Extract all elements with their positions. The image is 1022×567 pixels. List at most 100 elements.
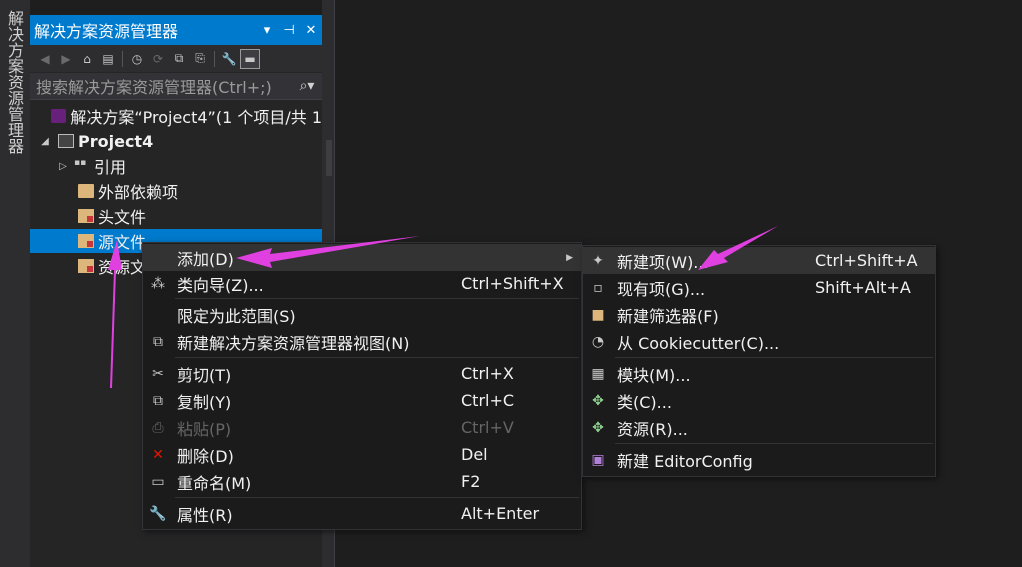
left-tool-strip: 解决方案资源管理器 (0, 0, 30, 567)
delete-x-icon: ✕ (152, 446, 164, 463)
solution-icon (51, 109, 67, 123)
class-wizard-icon: ⁂ (151, 275, 165, 292)
close-icon[interactable]: ✕ (300, 23, 322, 38)
preview-selected-icon[interactable]: ▬ (240, 48, 260, 69)
menu-item-label: 重命名(M) (177, 473, 252, 493)
submenu-item-module[interactable]: ▦ 模块(M)... (583, 360, 935, 387)
menu-item-label: 资源(R)... (617, 419, 688, 439)
collapse-arrow-icon[interactable]: ▷ (56, 161, 70, 172)
menu-item-label: 模块(M)... (617, 365, 691, 385)
references-icon (74, 158, 90, 173)
properties-wrench-icon[interactable]: 🔧 (220, 50, 238, 68)
tree-item-label: 外部依赖项 (98, 183, 179, 202)
new-view-icon: ⧉ (153, 333, 163, 350)
filter-folder-icon (78, 234, 94, 248)
context-menu: 添加(D) ▶ ⁂ 类向导(Z)... Ctrl+Shift+X 限定为此范围(… (142, 242, 582, 530)
new-item-icon: ✦ (592, 252, 604, 269)
wrench-icon: 🔧 (149, 505, 167, 522)
menu-item-class-wizard[interactable]: ⁂ 类向导(Z)... Ctrl+Shift+X (143, 270, 581, 297)
switch-views-icon[interactable]: ▤ (99, 50, 117, 68)
menu-item-label: 限定为此范围(S) (177, 306, 296, 326)
menu-separator (175, 298, 579, 299)
menu-item-label: 剪切(T) (177, 365, 232, 385)
tree-item-label: 头文件 (98, 208, 147, 227)
menu-item-label: 现有项(G)... (617, 279, 706, 299)
menu-item-label: 添加(D) (177, 249, 234, 269)
submenu-item-class[interactable]: ✥ 类(C)... (583, 387, 935, 414)
home-icon[interactable]: ⌂ (78, 50, 96, 68)
menu-item-shortcut: Ctrl+C (461, 391, 515, 410)
submenu-arrow-icon: ▶ (566, 252, 573, 263)
menu-item-label: 新建 EditorConfig (617, 451, 753, 471)
menu-item-shortcut: Del (461, 445, 488, 464)
panel-toolbar: ◀ ▶ ⌂ ▤ ◷ ⟳ ⧉ ⎘ 🔧 ▬ (30, 45, 322, 72)
tree-item-project[interactable]: ◢ Project4 (30, 129, 322, 153)
search-icon[interactable]: ⌕▾ (292, 78, 322, 94)
tree-item-label: 资源文 (98, 258, 147, 277)
menu-item-shortcut: Ctrl+Shift+A (815, 251, 918, 270)
menu-item-new-explorer-view[interactable]: ⧉ 新建解决方案资源管理器视图(N) (143, 328, 581, 355)
tree-item-solution[interactable]: 解决方案“Project4”(1 个项目/共 1 (30, 104, 322, 128)
menu-item-add[interactable]: 添加(D) ▶ (143, 244, 581, 271)
menu-item-label: 删除(D) (177, 446, 234, 466)
submenu-item-new-filter[interactable]: ■ 新建筛选器(F) (583, 301, 935, 328)
submenu-item-new-item[interactable]: ✦ 新建项(W)... Ctrl+Shift+A (583, 247, 935, 274)
menu-item-shortcut: Ctrl+Shift+X (461, 274, 564, 293)
submenu-item-resource[interactable]: ✥ 资源(R)... (583, 414, 935, 441)
submenu-item-editorconfig[interactable]: ▣ 新建 EditorConfig (583, 446, 935, 473)
menu-item-shortcut: Ctrl+X (461, 364, 514, 383)
tree-item-header-files[interactable]: 头文件 (30, 204, 322, 228)
new-filter-folder-icon: ■ (591, 306, 605, 323)
menu-separator (615, 443, 933, 444)
pin-icon[interactable]: ⊣ (278, 23, 300, 38)
tree-item-references[interactable]: ▷ 引用 (30, 154, 322, 178)
menu-item-label: 粘贴(P) (177, 419, 232, 439)
search-input[interactable]: 搜索解决方案资源管理器(Ctrl+;) (30, 74, 292, 98)
editorconfig-icon: ▣ (591, 451, 605, 468)
menu-separator (175, 357, 579, 358)
show-all-files-icon[interactable]: ⎘ (191, 50, 209, 68)
menu-separator (615, 357, 933, 358)
menu-item-rename[interactable]: ▭ 重命名(M) F2 (143, 468, 581, 495)
resource-icon: ✥ (592, 419, 604, 436)
paste-icon: ⎙ (152, 419, 164, 436)
panel-scrollbar-thumb[interactable] (326, 140, 332, 176)
tree-item-label: Project4 (78, 131, 154, 151)
submenu-item-existing-item[interactable]: ▫ 现有项(G)... Shift+Alt+A (583, 274, 935, 301)
solution-explorer-vertical-tab[interactable]: 解决方案资源管理器 (2, 10, 26, 170)
scissors-icon: ✂ (152, 365, 164, 382)
tree-item-label: 引用 (94, 158, 127, 177)
forward-icon[interactable]: ▶ (57, 50, 75, 68)
menu-item-cut[interactable]: ✂ 剪切(T) Ctrl+X (143, 360, 581, 387)
panel-titlebar: 解决方案资源管理器 ▾ ⊣ ✕ (30, 15, 322, 45)
menu-item-paste[interactable]: ⎙ 粘贴(P) Ctrl+V (143, 414, 581, 441)
cookiecutter-icon: ◔ (591, 333, 605, 350)
tree-item-label: 源文件 (98, 233, 147, 252)
filter-folder-icon (78, 209, 94, 223)
menu-item-copy[interactable]: ⧉ 复制(Y) Ctrl+C (143, 387, 581, 414)
menu-item-label: 新建解决方案资源管理器视图(N) (177, 333, 410, 353)
window-position-dropdown-icon[interactable]: ▾ (256, 23, 278, 38)
folder-icon (78, 184, 94, 198)
tree-item-external-deps[interactable]: 外部依赖项 (30, 179, 322, 203)
panel-title: 解决方案资源管理器 (34, 22, 179, 41)
toolbar-separator (122, 50, 123, 67)
menu-item-label: 属性(R) (177, 505, 233, 525)
search-box[interactable]: 搜索解决方案资源管理器(Ctrl+;) ⌕▾ (30, 73, 322, 100)
menu-item-shortcut: Ctrl+V (461, 418, 514, 437)
sync-icon[interactable]: ⟳ (149, 50, 167, 68)
menu-item-properties[interactable]: 🔧 属性(R) Alt+Enter (143, 500, 581, 527)
collapse-all-icon[interactable]: ⧉ (170, 50, 188, 68)
toolbar-separator (214, 50, 215, 67)
back-icon[interactable]: ◀ (36, 50, 54, 68)
filter-folder-icon (78, 259, 94, 273)
menu-item-label: 从 Cookiecutter(C)... (617, 333, 780, 353)
menu-item-shortcut: Alt+Enter (461, 504, 540, 523)
menu-item-scope-to-this[interactable]: 限定为此范围(S) (143, 301, 581, 328)
expand-arrow-icon[interactable]: ◢ (38, 136, 52, 147)
menu-item-label: 类向导(Z)... (177, 275, 264, 295)
project-icon (58, 134, 74, 148)
submenu-item-cookiecutter[interactable]: ◔ 从 Cookiecutter(C)... (583, 328, 935, 355)
menu-item-delete[interactable]: ✕ 删除(D) Del (143, 441, 581, 468)
pending-changes-filter-icon[interactable]: ◷ (128, 50, 146, 68)
